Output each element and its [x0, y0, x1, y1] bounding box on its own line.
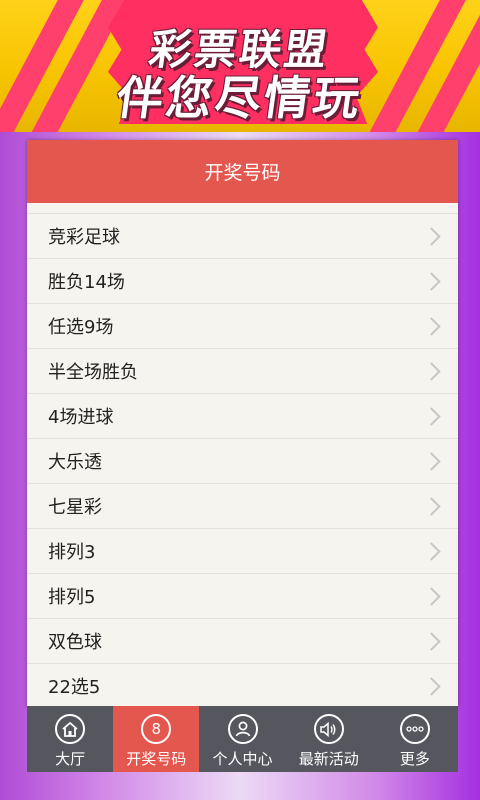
promo-banner: 彩票联盟 伴您尽情玩 — [0, 0, 480, 132]
lottery-results-panel: 开奖号码 竞彩足球 胜负14场 任选9场 半全场胜负 4场进球 大乐透 七星彩 … — [27, 140, 458, 706]
list-item[interactable]: 半全场胜负 — [27, 349, 458, 394]
tab-label: 更多 — [399, 750, 430, 768]
chevron-right-icon — [422, 226, 441, 246]
lottery-list: 竞彩足球 胜负14场 任选9场 半全场胜负 4场进球 大乐透 七星彩 排列3 排… — [27, 214, 458, 706]
tab-label: 开奖号码 — [126, 750, 187, 768]
chevron-right-icon — [422, 361, 441, 381]
chevron-right-icon — [422, 316, 441, 336]
tab-hall[interactable]: 大厅 — [27, 706, 113, 772]
speaker-icon — [313, 714, 344, 744]
banner-subtitle: 伴您尽情玩 — [113, 71, 366, 125]
list-item-label: 七星彩 — [48, 497, 102, 518]
lottery-ball-glyph: 8 — [151, 719, 162, 738]
list-item[interactable]: 排列3 — [27, 529, 458, 574]
panel-spacer — [27, 203, 458, 214]
list-item-label: 竞彩足球 — [48, 227, 120, 248]
tab-lottery-results[interactable]: 8 开奖号码 — [113, 706, 200, 772]
tab-activities[interactable]: 最新活动 — [286, 706, 372, 772]
list-item-label: 双色球 — [48, 632, 102, 653]
lottery-ball-icon: 8 — [141, 714, 172, 744]
more-icon — [399, 714, 430, 744]
list-item-label: 胜负14场 — [48, 272, 125, 293]
list-item[interactable]: 七星彩 — [27, 484, 458, 529]
list-item-label: 22选5 — [48, 677, 101, 698]
list-item-label: 大乐透 — [48, 452, 102, 473]
list-item[interactable]: 双色球 — [27, 619, 458, 664]
chevron-right-icon — [422, 271, 441, 291]
tab-profile[interactable]: 个人中心 — [199, 706, 285, 772]
tab-more[interactable]: 更多 — [372, 706, 458, 772]
chevron-right-icon — [422, 496, 441, 516]
list-item-label: 排列5 — [48, 587, 96, 608]
chevron-right-icon — [422, 586, 441, 606]
list-item[interactable]: 22选5 — [27, 664, 458, 706]
home-icon — [55, 714, 86, 744]
list-item[interactable]: 排列5 — [27, 574, 458, 619]
tab-label: 个人中心 — [212, 750, 273, 768]
bottom-background — [0, 772, 480, 800]
chevron-right-icon — [422, 541, 441, 561]
panel-title: 开奖号码 — [27, 140, 458, 203]
user-icon — [227, 714, 258, 744]
list-item[interactable]: 任选9场 — [27, 304, 458, 349]
list-item-label: 半全场胜负 — [48, 362, 138, 383]
chevron-right-icon — [422, 451, 441, 471]
list-item[interactable]: 大乐透 — [27, 439, 458, 484]
bottom-tab-bar: 大厅 8 开奖号码 个人中心 最新活动 更多 — [27, 706, 458, 772]
list-item-label: 排列3 — [48, 542, 96, 563]
chevron-right-icon — [422, 676, 441, 696]
list-item-label: 任选9场 — [48, 317, 114, 338]
tab-label: 最新活动 — [298, 750, 359, 768]
chevron-right-icon — [422, 631, 441, 651]
list-item-label: 4场进球 — [48, 407, 114, 428]
tab-label: 大厅 — [55, 750, 86, 768]
list-item[interactable]: 竞彩足球 — [27, 214, 458, 259]
list-item[interactable]: 4场进球 — [27, 394, 458, 439]
chevron-right-icon — [422, 406, 441, 426]
list-item[interactable]: 胜负14场 — [27, 259, 458, 304]
